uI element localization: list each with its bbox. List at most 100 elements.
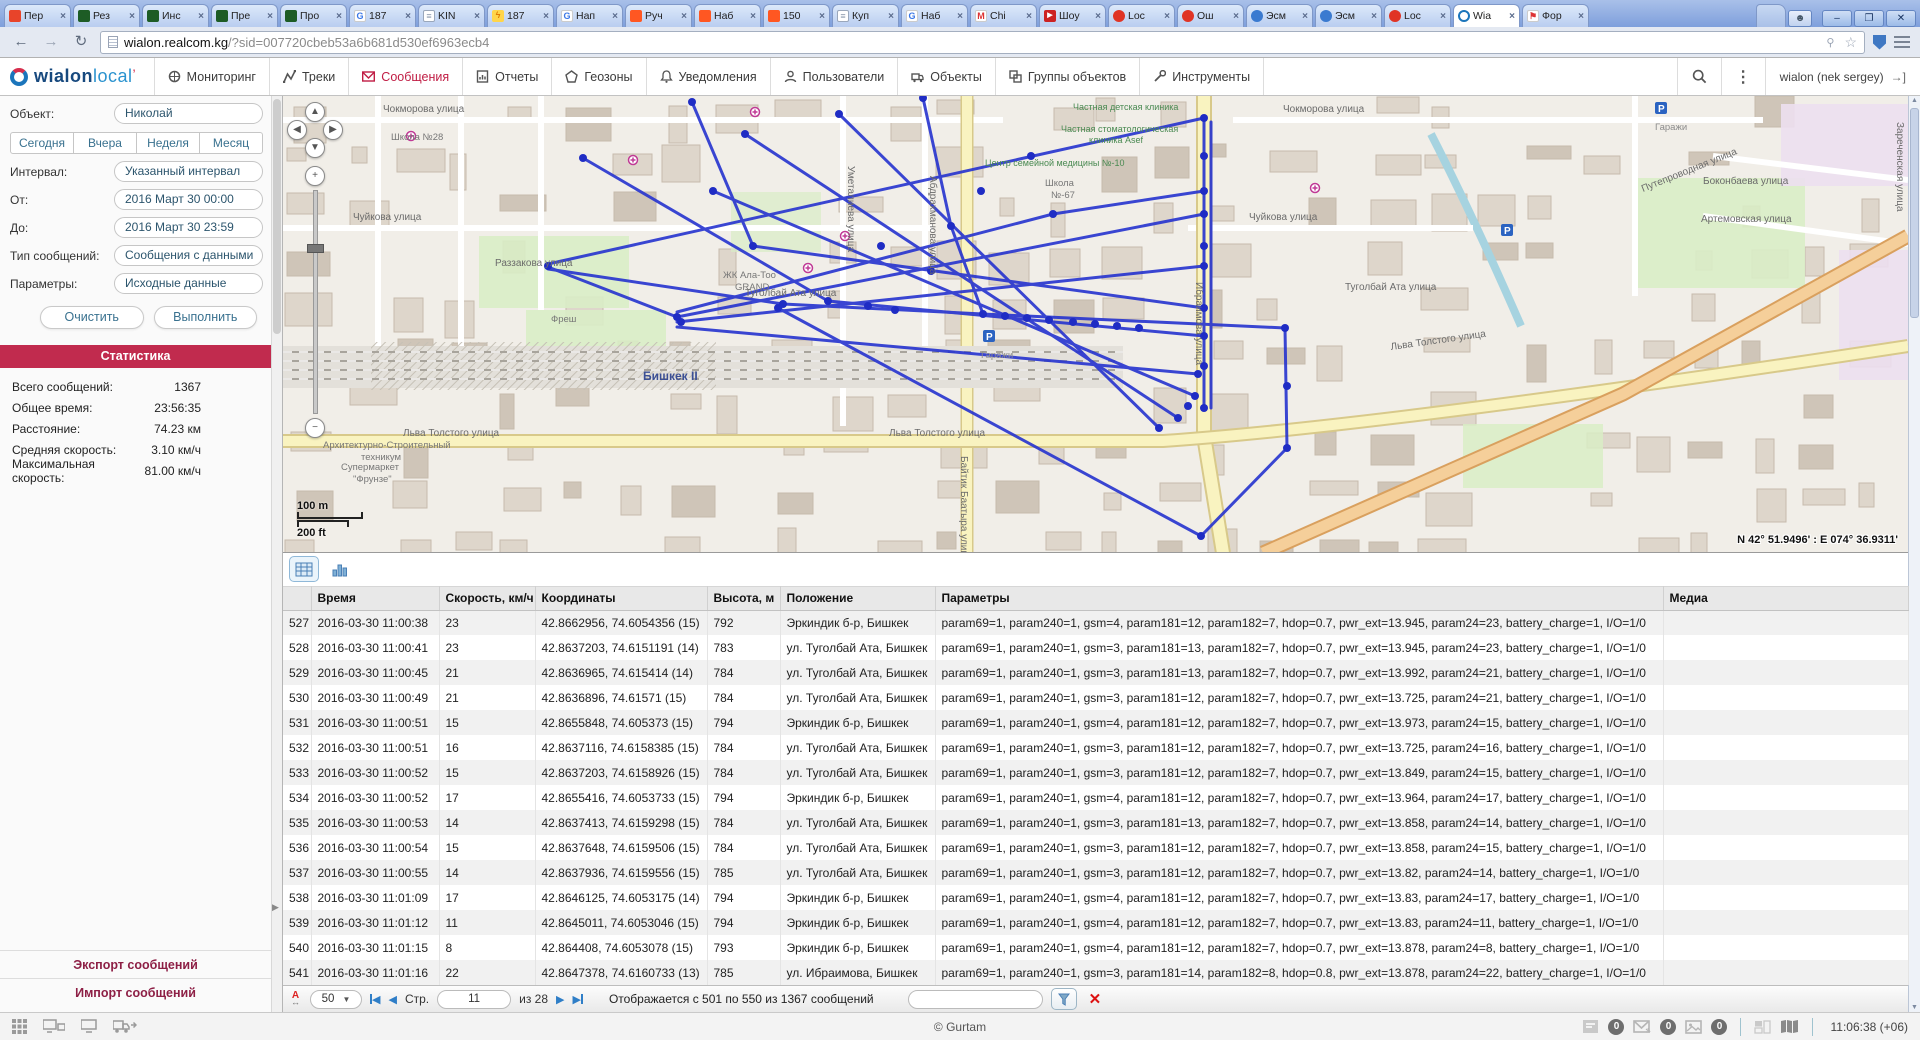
shield-icon[interactable]: [1873, 35, 1886, 50]
nav-item-monitoring[interactable]: Мониторинг: [154, 58, 269, 95]
tab-close-icon[interactable]: ×: [129, 11, 135, 22]
browser-tab[interactable]: Wia×: [1453, 4, 1520, 27]
nav-item-geofences[interactable]: Геозоны: [551, 58, 645, 95]
browser-tab[interactable]: Наб×: [694, 4, 761, 27]
message-row[interactable]: 5392016-03-30 11:01:121142.8645011, 74.6…: [283, 910, 1908, 935]
notifications-doc-icon[interactable]: [1582, 1019, 1599, 1034]
message-row[interactable]: 5352016-03-30 11:00:531442.8637413, 74.6…: [283, 810, 1908, 835]
tab-close-icon[interactable]: ×: [267, 11, 273, 22]
message-row[interactable]: 5362016-03-30 11:00:541542.8637648, 74.6…: [283, 835, 1908, 860]
user-menu[interactable]: wialon (nek sergey) →]: [1765, 58, 1920, 95]
pin-icon[interactable]: ⚲: [1826, 36, 1834, 49]
quick-tab[interactable]: Месяц: [200, 132, 263, 154]
apps-grid-icon[interactable]: [12, 1019, 27, 1034]
export-messages-link[interactable]: Экспорт сообщений: [0, 950, 271, 978]
nav-item-tracks[interactable]: Треки: [269, 58, 348, 95]
tab-close-icon[interactable]: ×: [819, 11, 825, 22]
dashboard-icon[interactable]: [81, 1019, 97, 1034]
messages-filter-input[interactable]: [908, 990, 1043, 1009]
tab-close-icon[interactable]: ×: [1440, 11, 1446, 22]
pan-up-button[interactable]: ▲: [305, 102, 325, 122]
message-row[interactable]: 5402016-03-30 11:01:15842.864408, 74.605…: [283, 935, 1908, 960]
quick-tab[interactable]: Неделя: [137, 132, 200, 154]
message-row[interactable]: 5302016-03-30 11:00:492142.8636896, 74.6…: [283, 685, 1908, 710]
address-bar[interactable]: wialon.realcom.kg/?sid=007720cbeb53a6b68…: [100, 31, 1865, 54]
browser-tab[interactable]: Эсм×: [1315, 4, 1382, 27]
column-header[interactable]: Высота, м: [707, 586, 780, 610]
tab-close-icon[interactable]: ×: [1371, 11, 1377, 22]
message-row[interactable]: 5292016-03-30 11:00:452142.8636965, 74.6…: [283, 660, 1908, 685]
column-header[interactable]: Медиа: [1663, 586, 1908, 610]
quick-tab[interactable]: Сегодня: [10, 132, 74, 154]
browser-tab[interactable]: Пре×: [211, 4, 278, 27]
tab-close-icon[interactable]: ×: [543, 11, 549, 22]
page-scrollbar[interactable]: ▲ ▼: [1908, 96, 1920, 1012]
field-input[interactable]: Сообщения с данными: [114, 245, 263, 266]
browser-profile-button[interactable]: ☻: [1788, 10, 1812, 27]
browser-tab[interactable]: Пер×: [4, 4, 71, 27]
minimize-button[interactable]: –: [1822, 10, 1852, 27]
more-options-icon[interactable]: ⋮: [1721, 58, 1765, 95]
field-input[interactable]: 2016 Март 30 00:00: [114, 189, 263, 210]
pan-right-button[interactable]: ▶: [323, 120, 343, 140]
clear-button[interactable]: Очистить: [40, 306, 144, 329]
map[interactable]: PPP Чокморова улицаЧокморова улицаШкола …: [283, 96, 1908, 553]
nav-item-notifications[interactable]: Уведомления: [646, 58, 770, 95]
nav-item-units[interactable]: Объекты: [897, 58, 995, 95]
message-row[interactable]: 5272016-03-30 11:00:382342.8662956, 74.6…: [283, 610, 1908, 635]
new-tab-button[interactable]: [1756, 4, 1786, 27]
message-row[interactable]: 5312016-03-30 11:00:511542.8655848, 74.6…: [283, 710, 1908, 735]
column-header[interactable]: Скорость, км/ч: [439, 586, 535, 610]
message-row[interactable]: 5332016-03-30 11:00:521542.8637203, 74.6…: [283, 760, 1908, 785]
last-page-button[interactable]: ▶: [572, 993, 582, 1006]
browser-tab[interactable]: GНап×: [556, 4, 623, 27]
browser-tab[interactable]: Эсм×: [1246, 4, 1313, 27]
search-icon[interactable]: [1677, 58, 1721, 95]
back-button[interactable]: ←: [10, 31, 32, 53]
field-input[interactable]: 2016 Март 30 23:59: [114, 217, 263, 238]
messages-table[interactable]: ВремяСкорость, км/чКоординатыВысота, мПо…: [283, 586, 1909, 986]
sidebar-collapse-arrow[interactable]: ▶: [272, 902, 279, 913]
monitoring-panel-icon[interactable]: [43, 1019, 65, 1034]
browser-tab[interactable]: ≡Куп×: [832, 4, 899, 27]
message-row[interactable]: 5282016-03-30 11:00:412342.8637203, 74.6…: [283, 635, 1908, 660]
column-header[interactable]: Параметры: [935, 586, 1663, 610]
bookmark-star-icon[interactable]: ☆: [1844, 34, 1857, 51]
field-input[interactable]: Исходные данные: [114, 273, 263, 294]
tab-close-icon[interactable]: ×: [1233, 11, 1239, 22]
map-book-icon[interactable]: [1780, 1019, 1799, 1034]
logout-icon[interactable]: →]: [1891, 70, 1906, 84]
next-page-button[interactable]: ▶: [556, 993, 564, 1006]
chart-view-button[interactable]: [325, 556, 355, 582]
nav-item-users[interactable]: Пользователи: [770, 58, 898, 95]
tab-close-icon[interactable]: ×: [957, 11, 963, 22]
browser-tab[interactable]: ≡KIN×: [418, 4, 485, 27]
browser-menu-icon[interactable]: [1894, 36, 1910, 48]
nav-item-unit-groups[interactable]: Группы объектов: [995, 58, 1139, 95]
tab-close-icon[interactable]: ×: [1302, 11, 1308, 22]
message-row[interactable]: 5372016-03-30 11:00:551442.8637936, 74.6…: [283, 860, 1908, 885]
tab-close-icon[interactable]: ×: [1164, 11, 1170, 22]
page-number-input[interactable]: 11: [437, 990, 511, 1009]
message-row[interactable]: 5342016-03-30 11:00:521742.8655416, 74.6…: [283, 785, 1908, 810]
filter-button[interactable]: [1051, 988, 1077, 1010]
browser-tab[interactable]: 150×: [763, 4, 830, 27]
page-size-select[interactable]: 50▼: [310, 990, 362, 1009]
browser-tab[interactable]: ϟ187×: [487, 4, 554, 27]
tab-close-icon[interactable]: ×: [405, 11, 411, 22]
restore-button[interactable]: ❐: [1854, 10, 1884, 27]
tab-close-icon[interactable]: ×: [198, 11, 204, 22]
browser-tab[interactable]: Руч×: [625, 4, 692, 27]
nav-item-tools[interactable]: Инструменты: [1139, 58, 1264, 95]
pan-down-button[interactable]: ▼: [305, 138, 325, 158]
message-row[interactable]: 5322016-03-30 11:00:511642.8637116, 74.6…: [283, 735, 1908, 760]
browser-tab[interactable]: Про×: [280, 4, 347, 27]
message-row[interactable]: 5412016-03-30 11:01:162242.8647378, 74.6…: [283, 960, 1908, 985]
browser-tab[interactable]: ⚑Фор×: [1522, 4, 1589, 27]
refresh-button[interactable]: ↻: [70, 31, 92, 53]
autoscroll-icon[interactable]: A↔: [291, 992, 300, 1006]
logistics-truck-icon[interactable]: [113, 1019, 137, 1034]
tab-close-icon[interactable]: ×: [60, 11, 66, 22]
browser-tab[interactable]: Инс×: [142, 4, 209, 27]
browser-tab[interactable]: GНаб×: [901, 4, 968, 27]
